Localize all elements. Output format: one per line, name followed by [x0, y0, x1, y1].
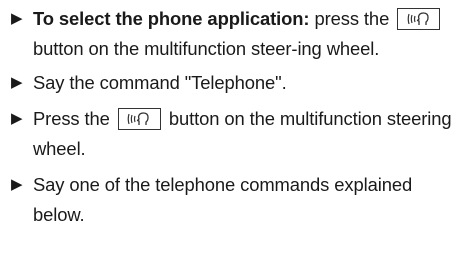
voice-control-icon: [397, 7, 441, 30]
bullet-arrow-icon: ▶: [11, 176, 23, 193]
step-text: Say the command "Telephone".: [33, 72, 287, 93]
step-item-say-telephone: ▶ Say the command "Telephone".: [6, 68, 457, 98]
step-text-before: Press the: [33, 108, 110, 129]
step-item-say-command: ▶ Say one of the telephone commands expl…: [6, 170, 457, 230]
step-text: Say one of the telephone commands explai…: [33, 174, 413, 225]
bullet-arrow-icon: ▶: [11, 74, 23, 91]
step-item-select-phone: ▶ To select the phone application: press…: [6, 4, 457, 64]
step-heading: To select the phone application:: [33, 8, 310, 29]
bullet-arrow-icon: ▶: [11, 10, 23, 27]
step-text-before: press the: [309, 8, 390, 29]
step-list: ▶ To select the phone application: press…: [6, 4, 457, 230]
voice-control-icon: [117, 107, 161, 130]
instructions-document: ▶ To select the phone application: press…: [0, 0, 463, 256]
step-item-press-button: ▶ Press the button on the multifunction …: [6, 104, 457, 164]
step-text-after: button on the multifunction steer-ing wh…: [33, 38, 380, 59]
bullet-arrow-icon: ▶: [11, 110, 23, 127]
